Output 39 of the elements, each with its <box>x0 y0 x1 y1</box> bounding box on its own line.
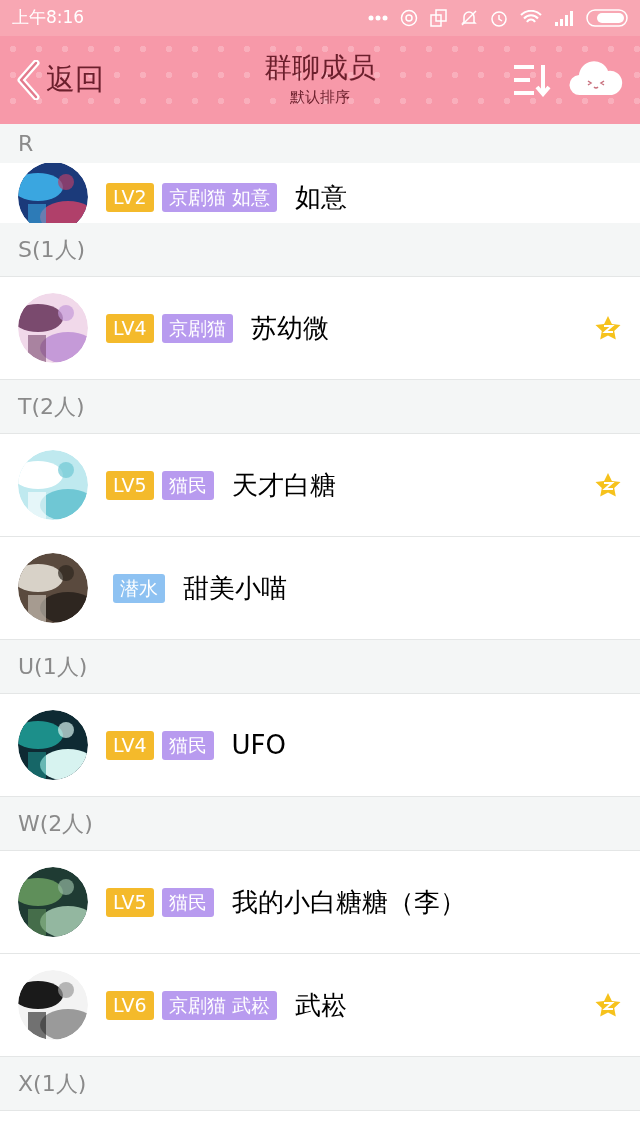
hotspot-icon <box>400 9 418 27</box>
level-badge: LV4 <box>106 730 154 760</box>
title-badge: 京剧猫 武崧 <box>161 990 277 1020</box>
title-badge: 猫民 <box>161 887 214 917</box>
member-name: 我的小白糖糖（李） <box>231 885 466 919</box>
alarm-icon <box>490 9 508 27</box>
mute-icon <box>460 9 478 27</box>
level-badge: LV4 <box>106 313 154 343</box>
section-header: W(2人) <box>18 810 93 838</box>
member-name: 甜美小喵 <box>183 571 287 605</box>
sort-icon[interactable] <box>512 63 552 97</box>
member-name: 武崧 <box>294 988 347 1022</box>
title-badge: 猫民 <box>161 470 214 500</box>
level-badge: LV6 <box>106 990 154 1020</box>
sort-order-label: 默认排序 <box>290 87 350 108</box>
member-name: 如意 <box>294 180 347 214</box>
status-time: 上午8:16 <box>12 6 85 30</box>
section-header: X(1人) <box>18 1070 87 1098</box>
title-badge: 京剧猫 如意 <box>161 182 277 212</box>
level-badge: LV2 <box>106 182 154 212</box>
more-dots-icon <box>368 15 388 21</box>
signal-icon <box>554 10 574 26</box>
copy-icon <box>430 9 448 27</box>
lurker-badge: 潜水 <box>113 573 165 603</box>
level-badge: LV5 <box>106 470 154 500</box>
section-header: T(2人) <box>18 393 85 421</box>
member-name: UFO <box>231 728 287 762</box>
page-title: 群聊成员 <box>264 50 376 86</box>
section-header: U(1人) <box>18 653 88 681</box>
level-badge: LV5 <box>106 887 154 917</box>
member-name: 天才白糖 <box>231 468 336 502</box>
back-chevron-icon <box>16 60 42 100</box>
battery-icon <box>586 9 628 27</box>
title-badge: 猫民 <box>161 730 214 760</box>
back-button[interactable]: 返回 <box>16 58 104 102</box>
title-badge: 京剧猫 <box>161 313 233 343</box>
section-header: S(1人) <box>18 236 86 264</box>
member-name: 苏幼微 <box>250 311 329 345</box>
section-header: R <box>18 130 34 158</box>
